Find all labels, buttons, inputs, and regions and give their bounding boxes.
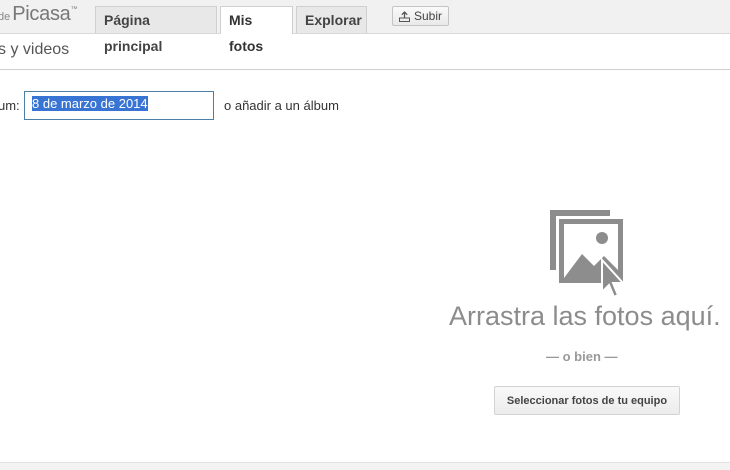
album-name-value: 8 de marzo de 2014 (32, 96, 148, 111)
upload-label: Subir (413, 9, 442, 23)
logo-prefix: de (0, 11, 11, 23)
bottom-border (0, 462, 730, 470)
upload-button[interactable]: Subir (392, 6, 449, 26)
logo-trademark: ™ (70, 6, 78, 13)
top-header: de Picasa ™ Página principal Mis fotos E… (0, 0, 730, 54)
album-name-input[interactable]: 8 de marzo de 2014 (24, 91, 214, 120)
tab-explore[interactable]: Explorar (296, 6, 367, 33)
add-to-album-link[interactable]: o añadir a un álbum (224, 98, 339, 113)
section-title: s y videos (0, 41, 70, 58)
or-separator: — o bien — (546, 349, 618, 364)
album-label: um: (0, 98, 20, 113)
select-photos-button[interactable]: Seleccionar fotos de tu equipo (494, 386, 680, 415)
photo-cursor-icon (550, 210, 626, 299)
upload-icon (398, 10, 410, 22)
tab-home[interactable]: Página principal (95, 6, 217, 54)
section-divider (0, 69, 730, 70)
drop-photos-text: Arrastra las fotos aquí. (449, 301, 721, 331)
tab-my-photos[interactable]: Mis fotos (220, 6, 293, 54)
logo-name: Picasa (12, 3, 71, 25)
picasa-upload-page: de Picasa ™ Página principal Mis fotos E… (0, 0, 730, 470)
picasa-logo[interactable]: de Picasa ™ (0, 3, 77, 27)
